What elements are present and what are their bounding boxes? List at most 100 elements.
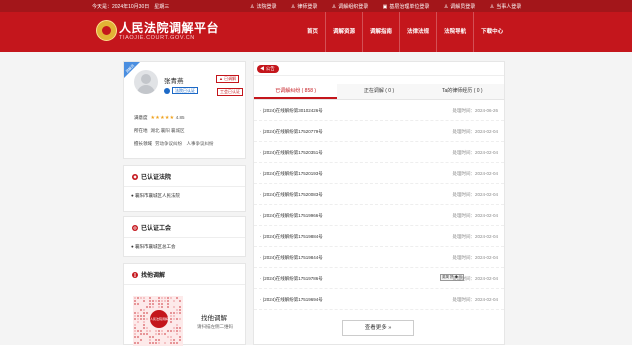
case-list-panel: ◀ 公告 已调解纠纷 ( 858 ) 正在调解 ( 0 ) Ta的律师经历 ( … xyxy=(253,61,505,345)
qr-module xyxy=(167,306,169,308)
certified-union-section: ◎ 已认证工会 ● 襄阳市襄城区总工会 xyxy=(123,216,246,257)
nav-guide[interactable]: 调解指南 xyxy=(362,12,399,52)
qr-module xyxy=(170,321,172,323)
qr-module xyxy=(167,300,169,302)
qr-module xyxy=(170,318,172,320)
qr-module xyxy=(173,342,175,344)
qr-module xyxy=(134,297,136,299)
qr-module xyxy=(176,309,178,311)
list-item[interactable]: · (2024)在线解纷第17520779号 处理时间：2024-02-04 xyxy=(254,121,504,142)
qr-module xyxy=(176,342,178,344)
qr-module xyxy=(170,315,172,317)
qr-module xyxy=(149,342,151,344)
qr-module xyxy=(143,327,145,329)
section-title: ◎ 已认证工会 xyxy=(132,225,172,232)
list-item[interactable]: · (2024)在线解纷第17520083号 处理时间：2024-02-04 xyxy=(254,184,504,205)
court-emblem-logo[interactable] xyxy=(96,20,117,41)
qr-module xyxy=(158,300,160,302)
qr-module xyxy=(158,333,160,335)
contact-mediator-section: ▯ 找他调解 人民法院调解 找他调解 请扫描左侧二维码 xyxy=(123,263,246,346)
user-icon: ♙ xyxy=(443,4,449,10)
nav-resources[interactable]: 调解资源 xyxy=(325,12,362,52)
qr-module xyxy=(173,330,175,332)
qr-module xyxy=(137,321,139,323)
login-grassroots-link[interactable]: ▣ 基层治理单位登录 xyxy=(383,4,430,10)
union-icon: ◎ xyxy=(132,225,138,232)
certified-court-link[interactable]: ● 襄阳市襄城区人民法院 xyxy=(131,193,180,199)
qr-module xyxy=(149,330,151,332)
section-title: ◆ 已认证法院 xyxy=(132,174,172,181)
list-item[interactable]: · (2024)在线解纷第17519884号 处理时间：2024-02-04 xyxy=(254,226,504,247)
qr-module xyxy=(149,297,151,299)
qr-module xyxy=(146,330,148,332)
certified-union-link[interactable]: ● 襄阳市襄城区总工会 xyxy=(131,244,175,250)
login-mediator-link[interactable]: ♙ 调解员登录 xyxy=(444,4,476,10)
view-more-button[interactable]: 查看更多 » xyxy=(342,320,414,336)
login-org-link[interactable]: ♙ 调解组织登录 xyxy=(332,4,369,10)
qr-module xyxy=(143,324,145,326)
tab-lawyer-experience[interactable]: Ta的律师经历 ( 0 ) xyxy=(420,84,504,99)
user-icon: ♙ xyxy=(290,4,296,10)
qr-module xyxy=(134,342,136,344)
qr-module xyxy=(161,333,163,335)
qr-module xyxy=(140,297,142,299)
qr-module xyxy=(134,330,136,332)
qr-title: 找他调解 xyxy=(201,315,227,322)
site-domain: TIAOJIE.COURT.GOV.CN xyxy=(119,35,195,41)
qr-module xyxy=(158,306,160,308)
qr-module xyxy=(134,327,136,329)
qr-module xyxy=(137,312,139,314)
list-item[interactable]: · (2024)在线解纷第17519694号 处理时间：2024-02-04 xyxy=(254,289,504,310)
login-party-link[interactable]: ♙ 当事人登录 xyxy=(490,4,522,10)
court-verified-badge: 法院已认证 xyxy=(164,87,198,95)
qr-module xyxy=(167,336,169,338)
qr-module xyxy=(170,330,172,332)
login-court-link[interactable]: ♙ 法院登录 xyxy=(250,4,277,10)
qr-module xyxy=(176,327,178,329)
qr-module xyxy=(143,333,145,335)
qr-module xyxy=(134,318,136,320)
qr-module xyxy=(173,312,175,314)
qr-module xyxy=(152,336,154,338)
court-icon: ◆ xyxy=(132,174,138,181)
qr-module xyxy=(143,309,145,311)
qr-module xyxy=(161,300,163,302)
specialty-row: 擅长领域 劳动争议纠纷 人事争议纠纷 xyxy=(134,141,214,146)
nav-court-directory[interactable]: 法院导航 xyxy=(436,12,473,52)
qr-module xyxy=(155,330,157,332)
tab-ongoing-cases[interactable]: 正在调解 ( 0 ) xyxy=(337,84,421,99)
tab-mediated-cases[interactable]: 已调解纠纷 ( 858 ) xyxy=(254,84,338,99)
certified-court-section: ◆ 已认证法院 ● 襄阳市襄城区人民法院 xyxy=(123,165,246,212)
qr-module xyxy=(152,303,154,305)
list-item[interactable]: · (2024)在线解纷第17519786号 英简 拼 ◆ 与处理时间：2024-… xyxy=(254,268,504,289)
qr-module xyxy=(167,330,169,332)
union-verified-badge: 工会已认证 xyxy=(217,88,243,96)
building-icon: ▣ xyxy=(382,4,388,10)
qr-module xyxy=(155,342,157,344)
list-item[interactable]: · (2024)在线解纷第17519966号 处理时间：2024-02-04 xyxy=(254,205,504,226)
qr-module xyxy=(158,303,160,305)
list-item[interactable]: · (2024)在线解纷第17520351号 处理时间：2024-02-04 xyxy=(254,142,504,163)
nav-downloads[interactable]: 下载中心 xyxy=(473,12,510,52)
qr-module xyxy=(140,333,142,335)
phone-icon: ▯ xyxy=(132,272,138,279)
qr-module xyxy=(146,306,148,308)
qr-module xyxy=(152,306,154,308)
qr-module xyxy=(143,315,145,317)
qr-module xyxy=(155,333,157,335)
login-lawyer-link[interactable]: ♙ 律师登录 xyxy=(291,4,318,10)
nav-laws[interactable]: 法律法规 xyxy=(399,12,436,52)
qr-module xyxy=(140,318,142,320)
mediator-profile-card: 调解员 张青燕 ▲ 已调解 法院已认证 工会已认证 满意度 ★★★★★ 4.85 … xyxy=(123,61,246,159)
qr-module xyxy=(137,342,139,344)
mediated-tag: ▲ 已调解 xyxy=(216,75,240,83)
qr-module xyxy=(179,312,181,314)
qr-code[interactable]: 人民法院调解 xyxy=(133,296,183,346)
list-item[interactable]: · (2024)在线解纷第30102426号 处理时间：2024-06-26 xyxy=(254,100,504,121)
site-title[interactable]: 人民法院调解平台 xyxy=(119,19,219,36)
nav-home[interactable]: 首页 xyxy=(300,12,325,52)
list-item[interactable]: · (2024)在线解纷第17520193号 处理时间：2024-02-04 xyxy=(254,163,504,184)
list-item[interactable]: · (2024)在线解纷第17519844号 处理时间：2024-02-04 xyxy=(254,247,504,268)
qr-module xyxy=(173,327,175,329)
qr-module xyxy=(146,333,148,335)
